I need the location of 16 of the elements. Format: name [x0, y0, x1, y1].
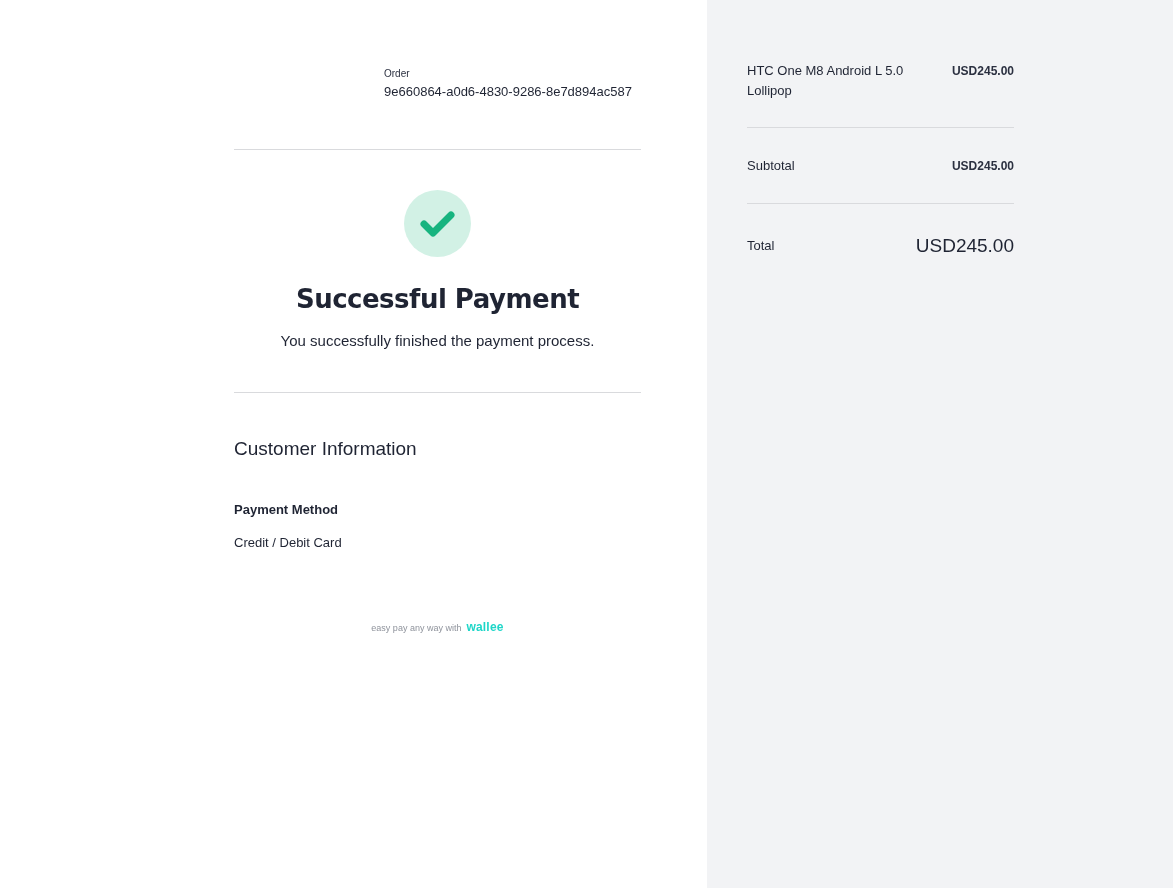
footer-text: easy pay any way with	[371, 622, 462, 635]
total-value: USD245.00	[915, 234, 1014, 258]
subtotal-label: Subtotal	[747, 157, 795, 175]
field-value: Credit / Debit Card	[234, 534, 342, 552]
order-label: Order	[384, 68, 410, 80]
section-heading: Customer Information	[234, 437, 417, 461]
total-label: Total	[747, 237, 775, 255]
item-name: HTC One M8 Android L 5.0 Lollipop	[747, 62, 905, 100]
order-id: 9e660864-a0d6-4830-9286-8e7d894ac587	[384, 83, 632, 101]
brand-logo: wallee	[466, 620, 504, 634]
item-price: USD245.00	[951, 63, 1014, 80]
field-label: Payment Method	[234, 501, 338, 519]
status-title: Successful Payment	[295, 283, 580, 315]
checkmark-icon	[404, 190, 471, 257]
subtotal-value: USD245.00	[951, 158, 1014, 175]
status-message: You successfully finished the payment process.	[280, 331, 595, 351]
